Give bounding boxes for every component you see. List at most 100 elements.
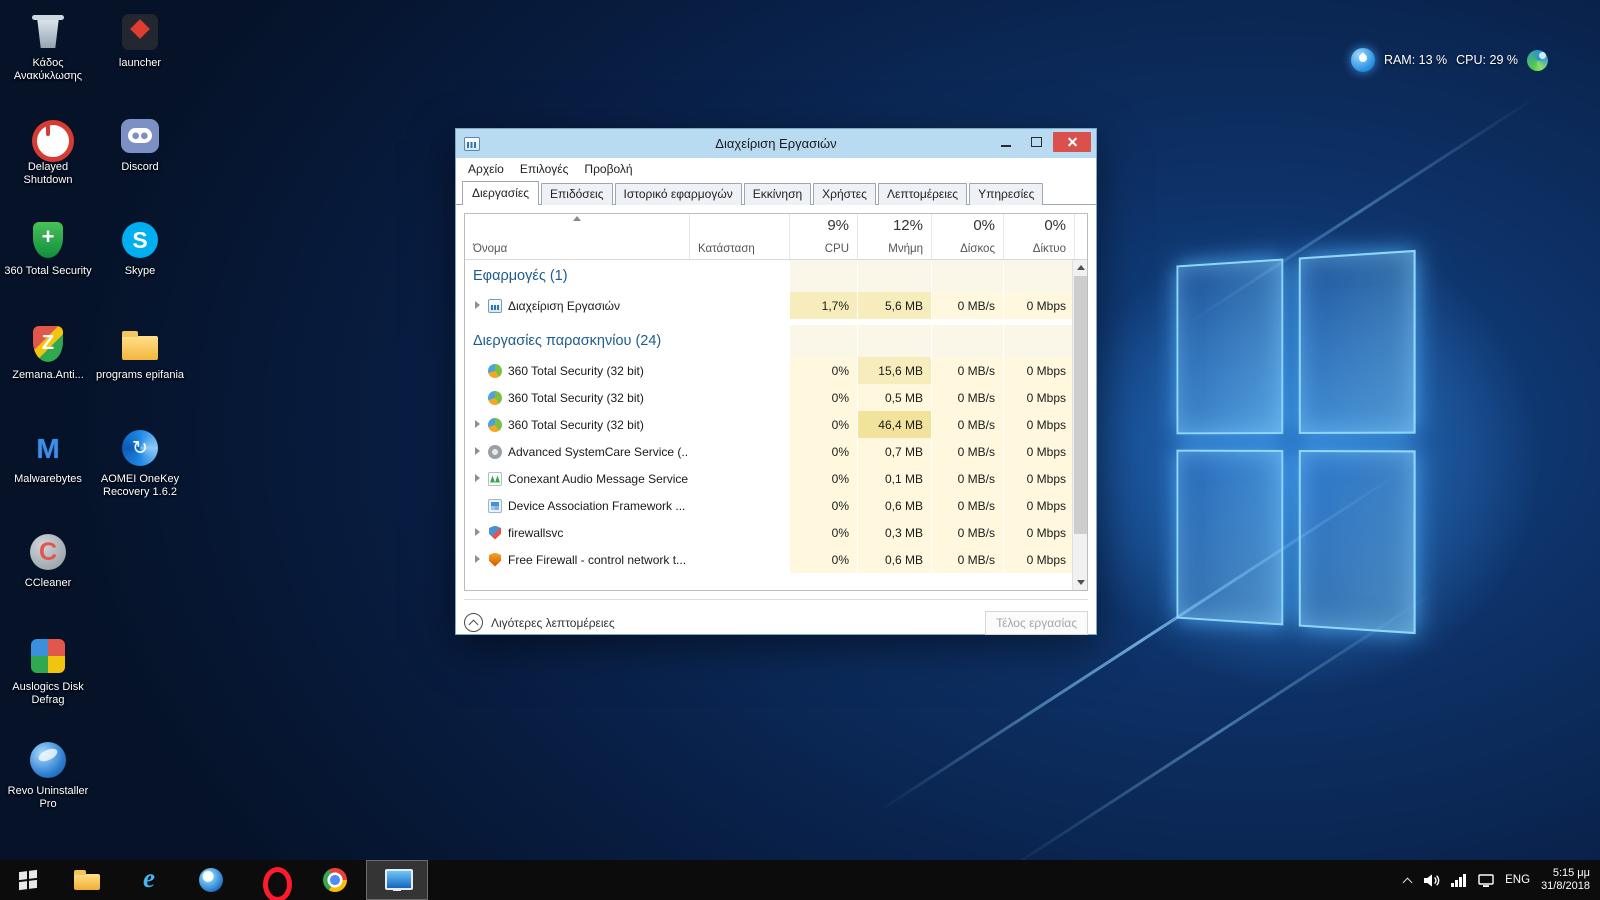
process-name-cell: Διαχείριση Εργασιών	[465, 292, 689, 319]
process-network: 0 Mbps	[1003, 357, 1074, 384]
vertical-scrollbar[interactable]	[1072, 260, 1087, 590]
process-row[interactable]: Advanced SystemCare Service (... 0% 0,7 …	[465, 438, 1074, 465]
end-task-button[interactable]: Τέλος εργασίας	[985, 611, 1088, 635]
desktop-icon[interactable]: 360 Total Security	[2, 214, 94, 318]
language-indicator[interactable]: ENG	[1505, 874, 1530, 886]
desktop-icon[interactable]: launcher	[94, 6, 186, 110]
process-name-cell: Free Firewall - control network t...	[465, 546, 689, 573]
taskbar-item[interactable]	[118, 860, 180, 900]
column-header-network[interactable]: 0% Δίκτυο	[1003, 214, 1074, 259]
desktop-icon[interactable]: Revo Uninstaller Pro	[2, 734, 94, 838]
less-details-toggle[interactable]: Λιγότερες λεπτομέρειες	[464, 613, 615, 632]
column-header-status[interactable]: Κατάσταση	[689, 214, 789, 259]
tray-display-icon[interactable]	[1478, 874, 1494, 887]
process-name-cell: firewallsvc	[465, 519, 689, 546]
process-name: Free Firewall - control network t...	[508, 553, 686, 567]
expand-arrow-icon[interactable]	[473, 474, 482, 483]
menu-item[interactable]: Προβολή	[576, 160, 640, 178]
process-memory: 0,6 MB	[857, 492, 931, 519]
desktop-icon[interactable]: Discord	[94, 110, 186, 214]
group-header-background[interactable]: Διεργασίες παρασκηνίου (24)	[465, 325, 1074, 357]
tab[interactable]: Εκκίνηση	[744, 183, 811, 205]
scroll-down-arrow[interactable]	[1073, 575, 1087, 590]
desktop-icon-image	[26, 530, 70, 574]
process-row[interactable]: Free Firewall - control network t... 0% …	[465, 546, 1074, 573]
scroll-up-arrow[interactable]	[1073, 260, 1087, 275]
table-header: Όνομα Κατάσταση 9% CPU 12% Μνήμη 0% Δίσκ…	[465, 214, 1087, 260]
expand-arrow-icon[interactable]	[473, 501, 482, 510]
process-row[interactable]: 360 Total Security (32 bit) 0% 0,5 MB 0 …	[465, 384, 1074, 411]
scrollbar-thumb[interactable]	[1074, 276, 1087, 534]
close-button[interactable]	[1053, 132, 1091, 152]
desktop-icon-image	[118, 114, 162, 158]
menu-item[interactable]: Αρχείο	[460, 160, 512, 178]
process-status	[689, 465, 789, 492]
process-row[interactable]: Διαχείριση Εργασιών 1,7% 5,6 MB 0 MB/s 0…	[465, 292, 1074, 319]
desktop-icon-image	[118, 426, 162, 470]
taskbar-item[interactable]	[304, 860, 366, 900]
group-header-apps[interactable]: Εφαρμογές (1)	[465, 260, 1074, 292]
desktop-icon[interactable]: programs epifania	[94, 318, 186, 422]
process-row[interactable]: Conexant Audio Message Service 0% 0,1 MB…	[465, 465, 1074, 492]
desktop-icon[interactable]: Auslogics Disk Defrag	[2, 630, 94, 734]
clock[interactable]: 5:15 μμ 31/8/2018	[1541, 867, 1590, 893]
column-header-name[interactable]: Όνομα	[465, 214, 689, 259]
taskbar-item[interactable]	[242, 860, 304, 900]
expand-arrow-icon[interactable]	[473, 528, 482, 537]
process-row[interactable]: 360 Total Security (32 bit) 0% 15,6 MB 0…	[465, 357, 1074, 384]
expand-arrow-icon[interactable]	[473, 447, 482, 456]
process-status	[689, 384, 789, 411]
taskbar-item[interactable]	[366, 860, 428, 900]
taskbar-item[interactable]	[180, 860, 242, 900]
360-drop-icon[interactable]	[1351, 48, 1375, 72]
desktop-icon[interactable]: Κάδος Ανακύκλωσης	[2, 6, 94, 110]
minimize-button[interactable]	[991, 132, 1020, 152]
desktop-icon[interactable]: Zemana.Anti...	[2, 318, 94, 422]
menu-bar: ΑρχείοΕπιλογέςΠροβολή	[456, 158, 1096, 180]
show-hidden-icons-chevron[interactable]	[1403, 876, 1412, 885]
tab[interactable]: Ιστορικό εφαρμογών	[615, 183, 742, 205]
desktop-icon[interactable]: Skype	[94, 214, 186, 318]
taskbar: ENG 5:15 μμ 31/8/2018	[0, 860, 1600, 900]
process-icon	[487, 444, 503, 460]
process-name: 360 Total Security (32 bit)	[508, 391, 644, 405]
process-disk: 0 MB/s	[931, 492, 1003, 519]
volume-icon[interactable]	[1423, 873, 1440, 888]
column-header-disk[interactable]: 0% Δίσκος	[931, 214, 1003, 259]
menu-item[interactable]: Επιλογές	[512, 160, 577, 178]
tab[interactable]: Λεπτομέρειες	[878, 183, 967, 205]
process-disk: 0 MB/s	[931, 438, 1003, 465]
tab[interactable]: Υπηρεσίες	[969, 183, 1043, 205]
desktop-icon[interactable]: CCleaner	[2, 526, 94, 630]
desktop-icon-image	[26, 10, 70, 54]
performance-overlay[interactable]: RAM: 13 % CPU: 29 %	[1351, 48, 1548, 72]
desktop-icon[interactable]: AOMEI OneKey Recovery 1.6.2	[94, 422, 186, 526]
maximize-button[interactable]	[1022, 132, 1051, 152]
start-button[interactable]	[0, 860, 56, 900]
desktop-icon-image	[26, 634, 70, 678]
column-header-memory[interactable]: 12% Μνήμη	[857, 214, 931, 259]
expand-arrow-icon[interactable]	[473, 555, 482, 564]
column-header-cpu[interactable]: 9% CPU	[789, 214, 857, 259]
desktop-icon[interactable]: Malwarebytes	[2, 422, 94, 526]
desktop-icon[interactable]: Delayed Shutdown	[2, 110, 94, 214]
taskbar-app-icon	[321, 866, 349, 894]
process-row[interactable]: Device Association Framework ... 0% 0,6 …	[465, 492, 1074, 519]
expand-arrow-icon[interactable]	[473, 301, 482, 310]
process-disk: 0 MB/s	[931, 411, 1003, 438]
process-row[interactable]: firewallsvc 0% 0,3 MB 0 MB/s 0 Mbps	[465, 519, 1074, 546]
process-cpu: 0%	[789, 546, 857, 573]
tab[interactable]: Διεργασίες	[462, 181, 539, 205]
tab[interactable]: Χρήστες	[813, 183, 876, 205]
360-speedup-ball-icon[interactable]	[1527, 50, 1548, 71]
expand-arrow-icon[interactable]	[473, 393, 482, 402]
tab[interactable]: Επιδόσεις	[541, 183, 613, 205]
network-icon[interactable]	[1451, 874, 1467, 887]
taskbar-item[interactable]	[56, 860, 118, 900]
expand-arrow-icon[interactable]	[473, 420, 482, 429]
titlebar[interactable]: Διαχείριση Εργασιών	[456, 129, 1096, 158]
process-row[interactable]: 360 Total Security (32 bit) 0% 46,4 MB 0…	[465, 411, 1074, 438]
process-memory: 0,3 MB	[857, 519, 931, 546]
expand-arrow-icon[interactable]	[473, 366, 482, 375]
taskbar-app-icon	[259, 866, 287, 894]
